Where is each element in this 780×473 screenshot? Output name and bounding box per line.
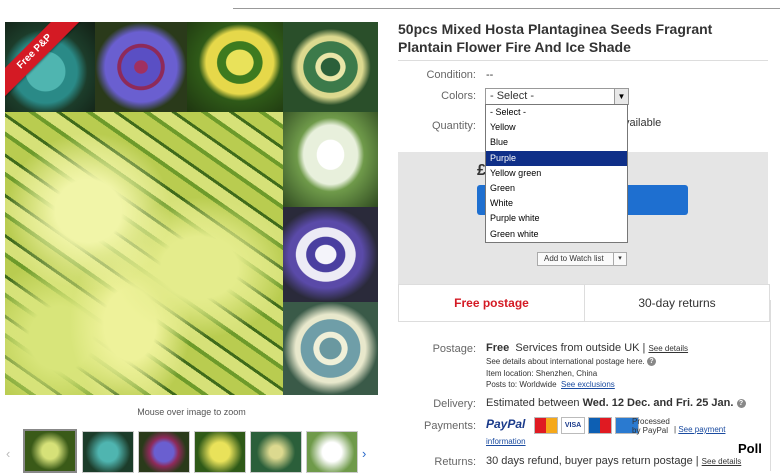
hosta-image-blue-cream[interactable] [283,302,378,395]
delivery-label: Delivery: [433,398,476,410]
hosta-image-purple-white[interactable] [283,207,378,302]
intl-postage-text: See details about international postage … [486,357,645,366]
postage-label: Postage: [432,343,476,355]
colors-dropdown-list[interactable]: - Select - Yellow Blue Purple Yellow green Gr… [485,104,628,243]
top-bar [233,0,780,9]
shipping-summary: Free postage 30-day returns [398,284,770,322]
posts-to-text: Posts to: Worldwide [486,380,557,389]
product-title: 50pcs Mixed Hosta Plantaginea Seeds Frag… [398,21,713,55]
dropdown-option[interactable]: White [486,196,627,211]
processed-text: Processed [632,417,670,426]
delivery-dates: Wed. 12 Dec. and Fri. 25 Jan. [582,397,734,409]
payments-line: PayPal [486,417,525,431]
see-payment-line: | See payment [674,425,726,434]
hosta-image-green-white[interactable] [283,22,378,112]
thumbnail-item[interactable] [306,431,358,473]
colors-label: Colors: [441,90,476,102]
see-payment-link[interactable]: See payment [678,425,725,434]
help-icon[interactable]: ? [736,398,746,408]
zoom-hint: Mouse over image to zoom [137,407,246,417]
item-location: Item location: Shenzhen, China [486,369,598,378]
paypal-logo: PayPal [486,417,526,431]
thumbnail-item[interactable] [138,431,190,473]
chevron-down-icon[interactable]: ▼ [614,89,628,104]
dropdown-option[interactable]: Green [486,181,627,196]
free-postage-tab: Free postage [399,285,585,321]
dropdown-option[interactable]: - Select - [486,105,627,120]
dropdown-option[interactable]: Yellow green [486,166,627,181]
returns-tab: 30-day returns [638,296,716,310]
thumbnail-item[interactable] [23,429,77,473]
delivery-line: Estimated between Wed. 12 Dec. and Fri. … [486,397,746,409]
processed-by-paypal: Processed by PayPal [632,417,670,435]
thumbnail-item[interactable] [194,431,246,473]
mastercard-icon [534,417,558,434]
payments-label: Payments: [424,420,476,432]
returns-text: 30 days refund, buyer pays return postag… [486,455,699,467]
condition-label: Condition: [426,69,476,81]
poll-label[interactable]: Poll [738,441,762,456]
dropdown-option[interactable]: Green white [486,227,627,242]
colors-select-value: - Select - [490,90,535,102]
help-icon[interactable]: ? [647,357,657,367]
see-exclusions-link[interactable]: See exclusions [561,380,615,389]
maestro-icon [588,417,612,434]
condition-value: -- [486,69,494,81]
add-to-watch-list-button[interactable]: Add to Watch list ▾ [537,252,627,266]
thumb-next-arrow-icon[interactable]: › [362,446,366,461]
thumbnail-item[interactable] [82,431,134,473]
delivery-prefix: Estimated between [486,397,580,409]
returns-see-details-link[interactable]: See details [702,457,742,466]
postage-see-details-link[interactable]: See details [648,344,688,353]
postage-free: Free [486,342,510,354]
by-paypal-text: by PayPal [632,426,669,435]
returns-label: Returns: [434,456,476,468]
hosta-image-yellow[interactable] [187,22,283,112]
thumb-prev-arrow-icon[interactable]: ‹ [6,446,10,461]
colors-select[interactable]: - Select - ▼ [485,88,629,105]
postage-line: Free Services from outside UK | See deta… [486,342,688,354]
postage-services: Services from outside UK | [515,342,646,354]
watch-list-label: Add to Watch list [544,254,604,263]
hosta-image-white[interactable] [283,112,378,207]
visa-icon: VISA [561,417,585,434]
quantity-label: Quantity: [431,120,476,132]
card-logos: VISA [534,417,642,434]
product-image-gallery[interactable]: Free P&P [5,22,378,395]
thumbnail-strip: ‹ › [5,428,378,473]
hosta-main-image[interactable] [5,112,283,395]
dropdown-option[interactable]: Blue [486,135,627,150]
scrollbar-edge[interactable] [770,300,780,471]
payment-information-link[interactable]: information [486,437,526,446]
thumbnail-item[interactable] [250,431,302,473]
dropdown-option[interactable]: Purple white [486,211,627,226]
posts-to-line: Posts to: Worldwide See exclusions [486,380,615,389]
dropdown-option[interactable]: Yellow [486,120,627,135]
available-text: vailable [624,117,662,129]
dropdown-option[interactable]: Purple [486,150,627,166]
divider [398,60,768,61]
hosta-image-purple[interactable] [95,22,187,112]
intl-postage-note: See details about international postage … [486,357,657,367]
returns-line: 30 days refund, buyer pays return postag… [486,455,741,467]
watch-dropdown-icon[interactable]: ▾ [613,253,626,265]
